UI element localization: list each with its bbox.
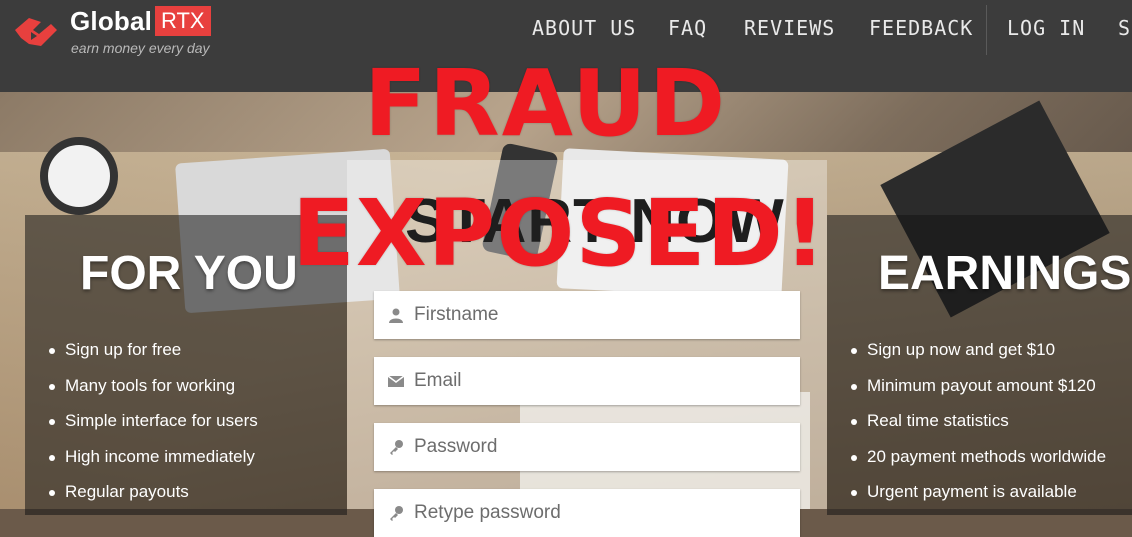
key-icon <box>390 440 403 455</box>
firstname-field <box>374 291 800 339</box>
handshake-logo-icon[interactable] <box>11 12 61 52</box>
exposed-overlay-text: EXPOSED! <box>292 180 827 287</box>
nav-about-us[interactable]: ABOUT US <box>532 16 636 40</box>
nav-log-in[interactable]: LOG IN <box>1007 16 1085 40</box>
list-item: Simple interface for users <box>49 409 258 445</box>
for-you-list: Sign up for free Many tools for working … <box>49 338 258 516</box>
main-nav: ABOUT US FAQ REVIEWS FEEDBACK LOG IN S <box>532 16 1132 44</box>
for-you-title: FOR YOU <box>80 247 298 300</box>
coffee-cup-image <box>40 137 118 215</box>
list-item: Regular payouts <box>49 480 258 516</box>
list-item: High income immediately <box>49 445 258 481</box>
email-field <box>374 357 800 405</box>
firstname-input[interactable] <box>414 291 784 339</box>
list-item: Real time statistics <box>851 409 1106 445</box>
list-item: Urgent payment is available <box>851 480 1106 516</box>
envelope-icon <box>388 375 404 387</box>
retype-password-field <box>374 489 800 537</box>
brand-tagline: earn money every day <box>71 40 210 56</box>
email-input[interactable] <box>414 357 784 405</box>
fraud-overlay-text: FRAUD <box>364 50 728 157</box>
list-item: 20 payment methods worldwide <box>851 445 1106 481</box>
password-input[interactable] <box>414 423 784 471</box>
brand-name[interactable]: Global <box>70 6 152 37</box>
password-field <box>374 423 800 471</box>
user-icon <box>389 308 403 323</box>
list-item: Sign up now and get $10 <box>851 338 1106 374</box>
nav-reviews[interactable]: REVIEWS <box>744 16 835 40</box>
list-item: Sign up for free <box>49 338 258 374</box>
earnings-list: Sign up now and get $10 Minimum payout a… <box>851 338 1106 516</box>
nav-feedback[interactable]: FEEDBACK <box>869 16 973 40</box>
retype-password-input[interactable] <box>414 489 784 537</box>
nav-divider <box>986 5 987 55</box>
list-item: Minimum payout amount $120 <box>851 374 1106 410</box>
key-icon <box>390 506 403 521</box>
list-item: Many tools for working <box>49 374 258 410</box>
earnings-title: EARNINGS <box>878 247 1132 300</box>
nav-sign-up[interactable]: S <box>1118 16 1131 40</box>
brand-badge[interactable]: RTX <box>155 6 211 36</box>
nav-faq[interactable]: FAQ <box>668 16 707 40</box>
